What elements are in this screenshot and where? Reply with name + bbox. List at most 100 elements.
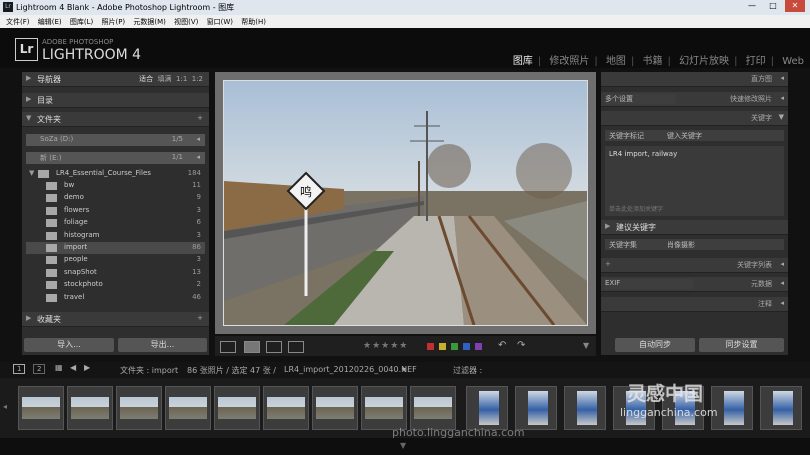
- filmstrip-thumbnail[interactable]: [410, 386, 456, 430]
- menu-library[interactable]: 图库(L): [70, 17, 93, 27]
- navigator-header[interactable]: ▶ 导航器 适合 填满 1:1 1:2: [22, 72, 209, 87]
- histogram-header[interactable]: 直方图 ◂: [601, 72, 788, 87]
- add-collection-button[interactable]: +: [197, 314, 203, 322]
- label-yellow-swatch[interactable]: [439, 343, 446, 350]
- filmstrip-thumbnail[interactable]: [214, 386, 260, 430]
- dropdown-chevron-icon[interactable]: ▾: [402, 365, 406, 374]
- rating-stars[interactable]: ★★★★★: [363, 341, 408, 351]
- module-develop[interactable]: 修改照片: [549, 56, 589, 67]
- sync-settings-button[interactable]: 同步设置: [699, 338, 784, 352]
- volume-row[interactable]: 新 (E:) 1/1 ◂: [26, 152, 205, 164]
- panel-toggle-icon[interactable]: ▼: [400, 441, 406, 450]
- filmstrip-scroll-left-icon[interactable]: ◂: [3, 402, 7, 411]
- folder-row-demo[interactable]: demo 9: [26, 192, 205, 204]
- expand-triangle-icon: ▼: [29, 169, 35, 177]
- keyword-list-header[interactable]: + 关键字列表 ◂: [601, 258, 788, 273]
- forward-arrow-icon[interactable]: ▶: [84, 363, 90, 372]
- metadata-header[interactable]: EXIF 元数据 ◂: [601, 277, 788, 292]
- keywords-textarea[interactable]: LR4 import, railway 单击此处添加关键字: [605, 146, 784, 216]
- module-book[interactable]: 书籍: [643, 56, 663, 67]
- label-red-swatch[interactable]: [427, 343, 434, 350]
- grid-view-icon[interactable]: [220, 341, 236, 353]
- label-blue-swatch[interactable]: [463, 343, 470, 350]
- label-green-swatch[interactable]: [451, 343, 458, 350]
- module-map[interactable]: 地图: [606, 56, 626, 67]
- folder-icon: [46, 206, 57, 215]
- module-library[interactable]: 图库: [513, 56, 533, 67]
- keyword-set-select[interactable]: 肖像摄影: [667, 240, 695, 250]
- filmstrip-thumbnail[interactable]: [116, 386, 162, 430]
- quick-develop-header[interactable]: 多个设置 快速修改照片 ◂: [601, 92, 788, 107]
- filmstrip-thumbnail[interactable]: [361, 386, 407, 430]
- zoom-1-1[interactable]: 1:1: [176, 75, 187, 83]
- keyword-tags-select[interactable]: 键入关键字: [667, 131, 702, 141]
- keyword-suggestions-header[interactable]: ▶ 建议关键字: [601, 220, 788, 235]
- loupe-view-icon[interactable]: [244, 341, 260, 353]
- folder-row-foliage[interactable]: foliage 6: [26, 217, 205, 229]
- filmstrip-thumbnail[interactable]: [564, 386, 606, 430]
- filmstrip-thumbnail[interactable]: [760, 386, 802, 430]
- add-keyword-icon[interactable]: +: [605, 260, 611, 268]
- module-slideshow[interactable]: 幻灯片放映: [679, 56, 729, 67]
- folder-row-people[interactable]: people 3: [26, 254, 205, 266]
- menu-edit[interactable]: 编辑(E): [38, 17, 62, 27]
- collapse-triangle-icon: ◂: [780, 279, 784, 287]
- main-photo[interactable]: 鸣: [223, 80, 588, 326]
- filmstrip-thumbnail[interactable]: [312, 386, 358, 430]
- folder-row-histogram[interactable]: histogram 3: [26, 230, 205, 242]
- source-path[interactable]: 文件夹 : import: [120, 365, 178, 376]
- folder-icon: [46, 219, 57, 228]
- close-button[interactable]: ✕: [785, 0, 805, 12]
- quick-develop-preset[interactable]: 多个设置: [605, 94, 675, 104]
- comments-header[interactable]: 注释 ◂: [601, 297, 788, 312]
- label-purple-swatch[interactable]: [475, 343, 482, 350]
- folder-row-stockphoto[interactable]: stockphoto 2: [26, 279, 205, 291]
- metadata-preset[interactable]: EXIF: [605, 279, 693, 289]
- filmstrip-thumbnail[interactable]: [263, 386, 309, 430]
- sync-metadata-button[interactable]: 自动同步: [615, 338, 695, 352]
- collections-header[interactable]: ▶ 收藏夹 +: [22, 312, 209, 327]
- menu-help[interactable]: 帮助(H): [241, 17, 266, 27]
- export-button[interactable]: 导出...: [118, 338, 207, 352]
- menu-file[interactable]: 文件(F): [6, 17, 30, 27]
- import-button[interactable]: 导入...: [24, 338, 114, 352]
- menu-metadata[interactable]: 元数据(M): [133, 17, 166, 27]
- back-arrow-icon[interactable]: ◀: [70, 363, 76, 372]
- folder-row-flowers[interactable]: flowers 3: [26, 205, 205, 217]
- filmstrip-thumbnail[interactable]: [466, 386, 508, 430]
- folder-row-travel[interactable]: travel 46: [26, 292, 205, 304]
- thumbnail-image: [528, 391, 548, 425]
- zoom-1-2[interactable]: 1:2: [192, 75, 203, 83]
- survey-view-icon[interactable]: [288, 341, 304, 353]
- rotate-right-icon[interactable]: ↷: [517, 340, 525, 351]
- compare-view-icon[interactable]: [266, 341, 282, 353]
- primary-window-button[interactable]: 1: [13, 364, 26, 374]
- filmstrip-thumbnail[interactable]: [67, 386, 113, 430]
- toolbar-menu-chevron-icon[interactable]: ▼: [583, 341, 589, 350]
- app-icon: Lr: [3, 2, 13, 12]
- volume-row[interactable]: SoZa (D:) 1/5 ◂: [26, 134, 205, 146]
- menu-window[interactable]: 窗口(W): [207, 17, 233, 27]
- secondary-window-button[interactable]: 2: [33, 364, 46, 374]
- module-print[interactable]: 打印: [746, 56, 766, 67]
- module-web[interactable]: Web: [782, 56, 804, 67]
- filmstrip-thumbnail[interactable]: [18, 386, 64, 430]
- folders-header[interactable]: ▼ 文件夹 +: [22, 112, 209, 127]
- catalog-header[interactable]: ▶ 目录: [22, 93, 209, 108]
- root-folder-row[interactable]: ▼ LR4_Essential_Course_Files 184: [26, 168, 205, 180]
- add-folder-button[interactable]: +: [197, 114, 203, 122]
- keywording-header[interactable]: 关键字 ▼: [601, 111, 788, 126]
- rotate-left-icon[interactable]: ↶: [498, 340, 506, 351]
- menu-photo[interactable]: 照片(P): [101, 17, 125, 27]
- folder-row-bw[interactable]: bw 11: [26, 180, 205, 192]
- zoom-fill[interactable]: 填满: [158, 75, 172, 83]
- grid-icon[interactable]: ▦: [55, 363, 63, 372]
- minimize-button[interactable]: —: [742, 0, 762, 12]
- menu-view[interactable]: 视图(V): [174, 17, 198, 27]
- folder-row-snapShot[interactable]: snapShot 13: [26, 267, 205, 279]
- zoom-fit[interactable]: 适合: [139, 75, 153, 83]
- maximize-button[interactable]: □: [763, 0, 783, 12]
- filmstrip-thumbnail[interactable]: [165, 386, 211, 430]
- folder-row-import[interactable]: import 86: [26, 242, 205, 254]
- filmstrip-thumbnail[interactable]: [515, 386, 557, 430]
